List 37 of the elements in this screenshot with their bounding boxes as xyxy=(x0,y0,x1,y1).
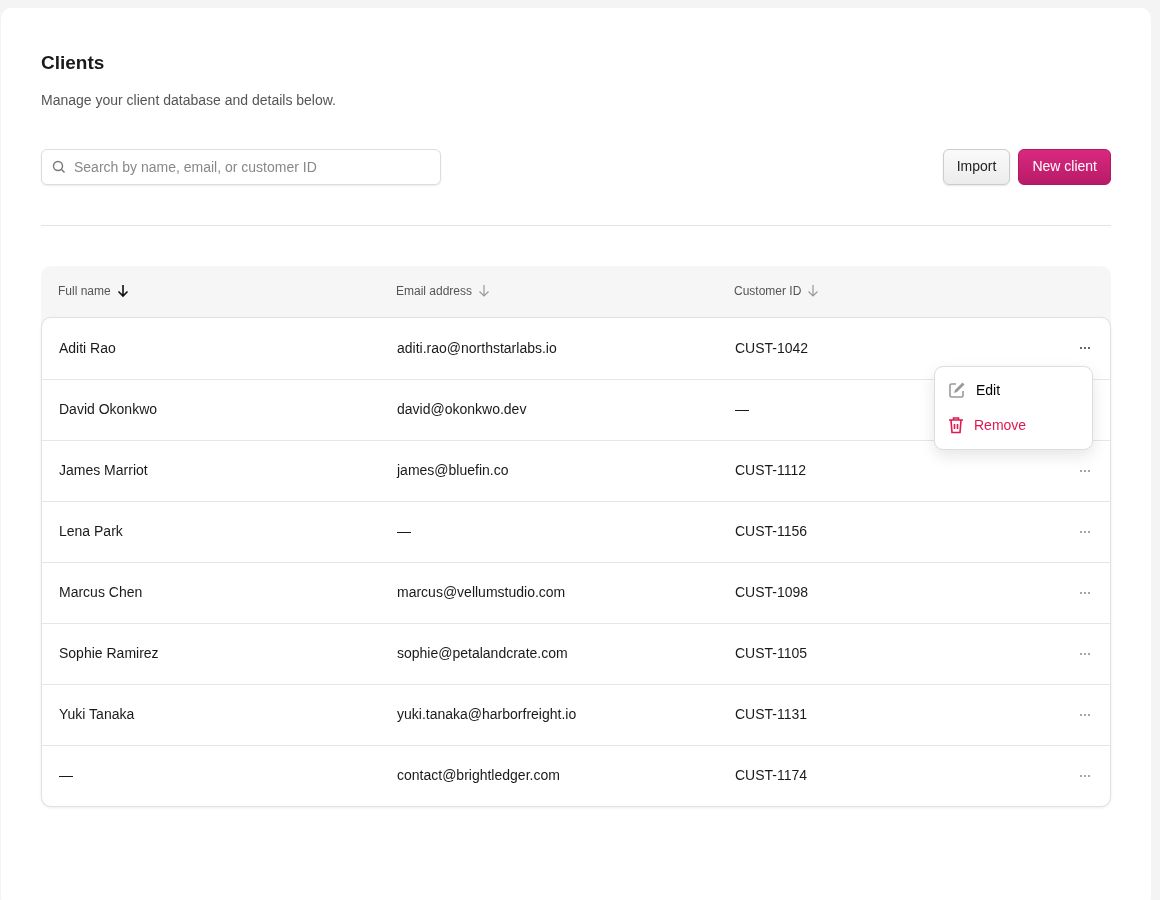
sort-arrow-icon[interactable] xyxy=(116,284,129,299)
pencil-icon xyxy=(948,381,966,400)
table-cell-text: contact@brightledger.com xyxy=(397,766,561,786)
table-cell-text: CUST-1156 xyxy=(735,522,809,542)
table-cell-text: James Marriot xyxy=(59,461,149,481)
page-title: Clients xyxy=(41,52,106,75)
table-cell-text: CUST-1098 xyxy=(735,583,810,603)
table-cell-text: Aditi Rao xyxy=(59,338,117,358)
table-cell-text: CUST-1174 xyxy=(735,766,809,786)
column-header[interactable]: Customer ID xyxy=(734,282,802,301)
table-cell-text: Yuki Tanaka xyxy=(59,705,136,725)
table-cell-text: — xyxy=(735,400,750,420)
table-cell-text: david@okonkwo.dev xyxy=(397,400,528,420)
import-button[interactable]: Import xyxy=(942,148,1011,185)
table-cell-text: sophie@petalandcrate.com xyxy=(397,644,569,664)
table-cell-text: CUST-1131 xyxy=(735,705,809,725)
menu-item[interactable]: Edit xyxy=(935,372,1092,408)
table-cell-text: yuki.tanaka@harborfreight.io xyxy=(397,705,578,725)
table-cell-text: David Okonkwo xyxy=(59,400,159,420)
table-cell-text: CUST-1042 xyxy=(735,338,810,358)
table-cell-text: — xyxy=(59,766,74,786)
trash-icon xyxy=(948,416,964,435)
table-cell-text: Sophie Ramirez xyxy=(59,644,160,664)
page-subtitle: Manage your client database and details below. xyxy=(41,90,337,110)
table-cell-text: Lena Park xyxy=(59,522,124,542)
new-client-button[interactable]: New client xyxy=(1018,148,1111,185)
table-cell-text: — xyxy=(397,522,412,542)
table-cell-text: CUST-1112 xyxy=(735,461,808,481)
table-cell-text: james@bluefin.co xyxy=(397,461,510,481)
column-header[interactable]: Email address xyxy=(396,282,473,301)
search-field[interactable]: Search by name, email, or customer ID xyxy=(41,148,441,185)
table-cell-text: aditi.rao@northstarlabs.io xyxy=(397,338,558,358)
menu-item[interactable]: Remove xyxy=(935,407,1092,443)
table-cell-text: Marcus Chen xyxy=(59,583,144,603)
table-cell-text: CUST-1105 xyxy=(735,644,809,664)
column-header[interactable]: Full name xyxy=(58,282,111,301)
table-cell-text: marcus@vellumstudio.com xyxy=(397,583,567,603)
